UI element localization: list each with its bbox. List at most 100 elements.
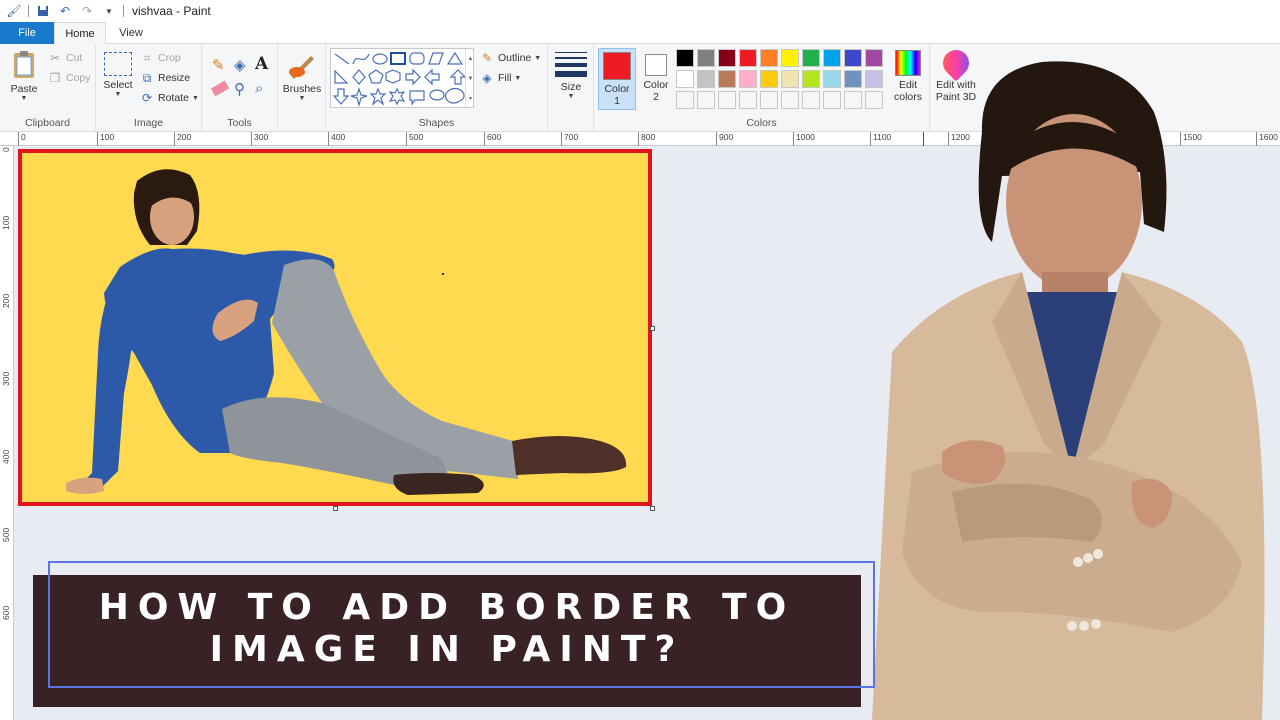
canvas-resize-handle-right[interactable] bbox=[650, 326, 655, 331]
crop-icon: ⌗ bbox=[143, 50, 151, 65]
cut-label: Cut bbox=[66, 52, 83, 64]
palette-swatch-empty[interactable] bbox=[718, 91, 736, 109]
palette-swatch[interactable] bbox=[844, 49, 862, 67]
save-icon[interactable] bbox=[35, 4, 51, 18]
color2-number: 2 bbox=[653, 91, 659, 103]
image-group-label: Image bbox=[133, 117, 164, 129]
palette-swatch[interactable] bbox=[697, 49, 715, 67]
palette-swatch-empty[interactable] bbox=[697, 91, 715, 109]
tools-group-label: Tools bbox=[227, 117, 252, 129]
palette-swatch[interactable] bbox=[760, 70, 778, 88]
tab-file[interactable]: File bbox=[0, 22, 54, 44]
copy-button[interactable]: ❐ Copy bbox=[48, 71, 91, 85]
ruler-tick-label: 500 bbox=[1, 527, 11, 542]
palette-swatch-empty[interactable] bbox=[781, 91, 799, 109]
ruler-tick-label: 800 bbox=[638, 132, 655, 146]
palette-swatch[interactable] bbox=[823, 70, 841, 88]
copy-label: Copy bbox=[66, 72, 91, 84]
size-button[interactable]: Size ▼ bbox=[552, 50, 590, 100]
resize-label: Resize bbox=[158, 72, 191, 84]
chevron-down-icon: ▼ bbox=[298, 95, 306, 102]
palette-swatch[interactable] bbox=[739, 49, 757, 67]
shapes-gallery[interactable]: ▲ ▼ ▾ bbox=[330, 48, 475, 109]
fill-button[interactable]: ◈ Fill ▼ bbox=[480, 71, 521, 85]
color2-label: Color bbox=[643, 79, 669, 91]
palette-swatch-empty[interactable] bbox=[823, 91, 841, 109]
brushes-group: Brushes ▼ bbox=[278, 44, 326, 132]
brush-icon bbox=[287, 50, 317, 80]
palette-swatch[interactable] bbox=[760, 49, 778, 67]
palette-swatch[interactable] bbox=[676, 49, 694, 67]
redo-icon[interactable]: ↷ bbox=[79, 4, 95, 18]
chevron-down-icon: ▼ bbox=[191, 94, 199, 102]
palette-swatch[interactable] bbox=[718, 49, 736, 67]
pencil-icon[interactable]: ✎ bbox=[212, 56, 225, 74]
text-tool-icon[interactable]: A bbox=[255, 54, 268, 74]
chevron-down-icon: ▼ bbox=[567, 93, 575, 100]
palette-swatch[interactable] bbox=[697, 70, 715, 88]
title-bar: 🖌 ↶ ↷ ▼ vishvaa - Paint bbox=[0, 0, 1280, 22]
chevron-down-icon: ▼ bbox=[514, 74, 522, 82]
palette-swatch-empty[interactable] bbox=[802, 91, 820, 109]
canvas-resize-handle-corner[interactable] bbox=[650, 506, 655, 511]
palette-swatch[interactable] bbox=[739, 70, 757, 88]
ruler-tick-label: 600 bbox=[1, 605, 11, 620]
palette-swatch[interactable] bbox=[802, 70, 820, 88]
crop-button[interactable]: ⌗ Crop bbox=[140, 51, 181, 65]
ribbon-tab-bar: File Home View bbox=[0, 22, 1280, 45]
palette-swatch-empty[interactable] bbox=[739, 91, 757, 109]
palette-swatch[interactable] bbox=[781, 49, 799, 67]
color2-button[interactable]: Color 2 bbox=[638, 48, 674, 110]
palette-swatch[interactable] bbox=[844, 70, 862, 88]
customize-toolbar-icon[interactable]: ▼ bbox=[101, 4, 117, 18]
shapes-gallery-icons bbox=[332, 51, 467, 108]
outline-label: Outline bbox=[498, 52, 532, 64]
fill-label: Fill bbox=[498, 72, 512, 84]
ruler-tick-label: 400 bbox=[1, 449, 11, 464]
ruler-tick-label: 200 bbox=[174, 132, 191, 146]
rotate-button[interactable]: ⟳ Rotate ▼ bbox=[140, 91, 199, 105]
palette-swatch-empty[interactable] bbox=[760, 91, 778, 109]
palette-swatch[interactable] bbox=[676, 70, 694, 88]
brushes-label: Brushes bbox=[282, 83, 322, 95]
brushes-button[interactable]: Brushes ▼ bbox=[282, 50, 322, 102]
tab-home[interactable]: Home bbox=[54, 22, 106, 45]
palette-swatch[interactable] bbox=[802, 49, 820, 67]
palette-swatch[interactable] bbox=[781, 70, 799, 88]
color1-label: Color bbox=[604, 83, 630, 95]
gallery-scroll[interactable]: ▲ ▼ ▾ bbox=[465, 49, 475, 109]
eraser-icon[interactable] bbox=[210, 80, 230, 97]
color-palette bbox=[676, 49, 888, 111]
palette-swatch[interactable] bbox=[718, 70, 736, 88]
fill-bucket-icon[interactable]: ◈ bbox=[234, 56, 246, 74]
ruler-tick-label: 400 bbox=[328, 132, 345, 146]
outline-icon: ✎ bbox=[481, 51, 493, 65]
crop-label: Crop bbox=[158, 52, 181, 64]
drawing-canvas[interactable] bbox=[18, 149, 652, 506]
undo-icon[interactable]: ↶ bbox=[57, 4, 73, 18]
color1-button[interactable]: Color 1 bbox=[598, 48, 636, 110]
divider bbox=[123, 5, 124, 17]
paste-icon bbox=[12, 50, 36, 80]
ruler-tick-label: 0 bbox=[18, 132, 26, 146]
magnifier-icon[interactable]: ⌕ bbox=[255, 80, 263, 97]
tab-view[interactable]: View bbox=[106, 22, 156, 44]
canvas-resize-handle-bottom[interactable] bbox=[333, 506, 338, 511]
scissors-icon: ✂ bbox=[49, 51, 61, 65]
palette-swatch-empty[interactable] bbox=[844, 91, 862, 109]
seated-man-photo bbox=[66, 169, 627, 495]
color-picker-icon[interactable]: ⚲ bbox=[234, 80, 245, 98]
ruler-tick-label: 0 bbox=[1, 147, 11, 152]
cut-button[interactable]: ✂ Cut bbox=[48, 51, 82, 65]
palette-swatch-empty[interactable] bbox=[676, 91, 694, 109]
resize-button[interactable]: ⧉ Resize bbox=[140, 71, 190, 85]
fill-icon: ◈ bbox=[482, 71, 492, 85]
palette-swatch[interactable] bbox=[823, 49, 841, 67]
color1-number: 1 bbox=[614, 95, 620, 107]
paste-label: Paste bbox=[10, 83, 38, 95]
outline-button[interactable]: ✎ Outline ▼ bbox=[480, 51, 541, 65]
select-button[interactable]: Select ▼ bbox=[102, 52, 134, 98]
canvas-dot bbox=[442, 273, 444, 275]
paste-button[interactable]: Paste ▼ bbox=[6, 50, 42, 102]
vertical-ruler: 0 100 200 300 400 500 600 bbox=[0, 146, 14, 720]
